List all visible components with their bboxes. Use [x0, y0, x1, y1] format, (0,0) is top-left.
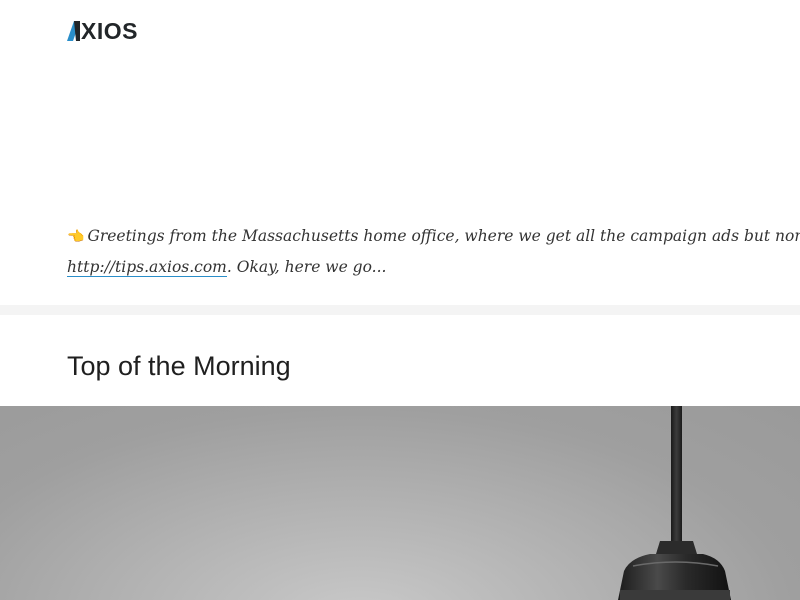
pointing-hand-icon: 👈 — [67, 229, 85, 245]
tips-link[interactable]: http://tips.axios.com — [67, 258, 227, 277]
lamp-cap — [656, 541, 697, 554]
intro-paragraph: 👈 Greetings from the Massachusetts home o… — [67, 221, 800, 282]
intro-text-line-2: . Okay, here we go... — [226, 258, 387, 276]
intro-line-1: 👈 Greetings from the Massachusetts home o… — [67, 221, 800, 252]
lamp-ring — [620, 590, 730, 600]
axios-logo[interactable]: XIOS — [67, 18, 138, 44]
section-divider — [0, 305, 800, 315]
axios-logo-mark-icon — [67, 21, 80, 41]
lamp-rod — [671, 406, 682, 541]
axios-logo-text: XIOS — [81, 18, 138, 44]
intro-line-2: http://tips.axios.com. Okay, here we go.… — [67, 252, 800, 282]
section-title: Top of the Morning — [67, 351, 291, 381]
pendant-lamp-illustration — [618, 406, 731, 600]
intro-text-line-1: Greetings from the Massachusetts home of… — [87, 227, 800, 245]
pendant-lamp-image — [0, 406, 800, 600]
newsletter-page: XIOS 👈 Greetings from the Massachusetts h… — [0, 0, 800, 600]
